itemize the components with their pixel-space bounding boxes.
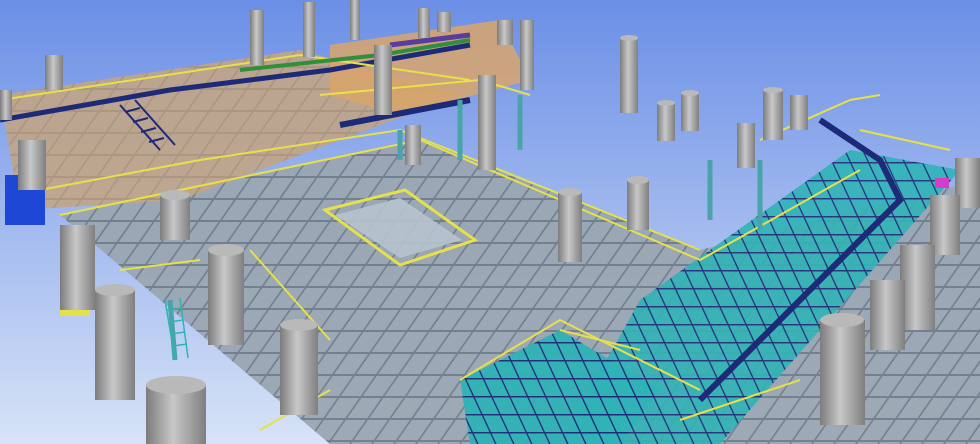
pipe-column (0, 90, 12, 120)
pipe-column (18, 140, 46, 190)
pipe-column (303, 2, 315, 57)
pipe-column (900, 245, 935, 330)
pipe-column (160, 195, 190, 240)
pipe-column (520, 20, 534, 90)
pipe-column (405, 125, 421, 165)
pipe-column (790, 95, 808, 130)
structural-3d-model-view (0, 0, 980, 444)
pipe-column (250, 10, 264, 65)
magenta-marker (935, 178, 949, 188)
pipe-column (763, 90, 783, 140)
pipe-column (681, 93, 699, 131)
pipe-column (820, 320, 865, 425)
pipe-column (627, 180, 649, 230)
pipe-column (280, 325, 318, 415)
pipe-column (657, 103, 675, 141)
pipe-column (737, 123, 755, 168)
yellow-bracket (60, 310, 90, 316)
pipe-column (478, 75, 496, 170)
pipe-column (870, 280, 905, 350)
pipe-column (418, 8, 430, 38)
pipe-column (60, 225, 95, 310)
pipe-column (620, 38, 638, 113)
pipe-column (208, 250, 244, 345)
pipe-column (497, 20, 513, 45)
pipe-column (558, 192, 582, 262)
pipe-column (437, 12, 451, 32)
pipe-column (374, 45, 392, 115)
pipe-column (95, 290, 135, 400)
pipe-column (350, 0, 360, 40)
pipe-column (45, 55, 63, 90)
